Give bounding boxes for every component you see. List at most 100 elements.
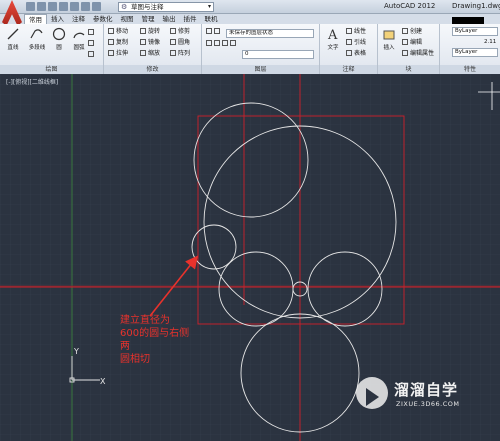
- arc-icon: [73, 32, 85, 39]
- layer-tools-icon[interactable]: [206, 39, 238, 48]
- region-icon[interactable]: [88, 50, 96, 59]
- line-icon: [7, 28, 19, 40]
- edit-block-button[interactable]: 编辑: [402, 38, 422, 47]
- block-panel-title[interactable]: 块: [378, 65, 439, 74]
- copy-button[interactable]: 复制: [108, 38, 128, 47]
- polyline-label: 多段线: [28, 45, 46, 51]
- table-label: 表格: [354, 50, 367, 57]
- tab-annotate[interactable]: 注释: [68, 14, 89, 24]
- table-button[interactable]: 表格: [346, 49, 366, 58]
- text-button[interactable]: A 文字: [324, 27, 342, 51]
- plot-icon[interactable]: [70, 2, 79, 11]
- layer-state-dropdown[interactable]: 未保存的图层状态: [226, 29, 314, 38]
- leader-button[interactable]: 引线: [346, 38, 366, 47]
- circle-icon: [52, 27, 66, 41]
- redo-icon[interactable]: [92, 2, 101, 11]
- tab-online[interactable]: 联机: [201, 14, 222, 24]
- polyline-icon: [30, 29, 43, 39]
- insert-label: 插入: [383, 45, 395, 51]
- layers-panel: 未保存的图层状态 0 图层: [202, 24, 320, 74]
- ribbon: 直线 多段线 圆 圆弧 绘图 移动 旋转 修剪 复制 镜像 圆角 拉伸 缩放 阵…: [0, 24, 500, 74]
- layer-color-dropdown[interactable]: ByLayer: [452, 27, 498, 36]
- hatch-icon[interactable]: [88, 39, 96, 48]
- annotation-panel: A 文字 线性 引线 表格 注释: [320, 24, 378, 74]
- rectangle-icon[interactable]: [88, 28, 96, 37]
- svg-text:Y: Y: [73, 347, 79, 356]
- lineweight-dropdown[interactable]: ByLayer: [452, 48, 498, 57]
- annotation-line-1: 建立直径为: [120, 315, 170, 326]
- block-panel: 插入 创建 编辑 编辑属性 块: [378, 24, 440, 74]
- new-icon[interactable]: [26, 2, 35, 11]
- draw-panel-title[interactable]: 绘图: [0, 65, 103, 74]
- tab-home[interactable]: 常用: [24, 14, 47, 24]
- edit-attributes-label: 编辑属性: [410, 50, 435, 57]
- modify-panel: 移动 旋转 修剪 复制 镜像 圆角 拉伸 缩放 阵列 修改: [104, 24, 202, 74]
- linetype-swatch: [452, 17, 484, 24]
- gear-icon: ⚙: [121, 3, 128, 11]
- layer-properties-icon[interactable]: [206, 27, 222, 36]
- open-icon[interactable]: [37, 2, 46, 11]
- stretch-label: 拉伸: [116, 50, 129, 57]
- leader-label: 引线: [354, 39, 367, 46]
- move-button[interactable]: 移动: [108, 27, 128, 36]
- rotate-button[interactable]: 旋转: [140, 27, 160, 36]
- arc-button[interactable]: 圆弧: [70, 27, 88, 51]
- tab-insert[interactable]: 插入: [47, 14, 68, 24]
- watermark: 溜溜自学 ZIXUE.3D66.COM: [356, 373, 474, 417]
- annotation-panel-title[interactable]: 注释: [320, 65, 377, 74]
- save-icon[interactable]: [48, 2, 57, 11]
- ribbon-tabs: 常用 插入 注释 参数化 视图 管理 输出 插件 联机: [24, 14, 222, 24]
- line-button[interactable]: 直线: [4, 27, 22, 51]
- lineweight-value: 2.11: [484, 39, 497, 45]
- text-icon: A: [327, 28, 338, 41]
- app-title: AutoCAD 2012: [384, 2, 436, 10]
- copy-label: 复制: [116, 39, 129, 46]
- scale-label: 缩放: [148, 50, 161, 57]
- circle-label: 圆: [56, 45, 62, 51]
- edit-attributes-button[interactable]: 编辑属性: [402, 49, 434, 58]
- svg-text:X: X: [100, 377, 106, 386]
- annotation-line-2: 600的圆与右侧两: [120, 328, 190, 352]
- watermark-logo: [356, 377, 388, 409]
- workspace-label: 草图与注释: [131, 3, 164, 11]
- create-label: 创建: [410, 28, 423, 35]
- move-label: 移动: [116, 28, 129, 35]
- watermark-url: ZIXUE.3D66.COM: [396, 400, 460, 408]
- line-label: 直线: [7, 45, 19, 51]
- insert-block-button[interactable]: 插入: [380, 27, 398, 51]
- chevron-down-icon: ▾: [207, 3, 211, 10]
- draw-panel: 直线 多段线 圆 圆弧 绘图: [0, 24, 104, 74]
- array-button[interactable]: 阵列: [170, 49, 190, 58]
- fillet-button[interactable]: 圆角: [170, 38, 190, 47]
- tab-output[interactable]: 输出: [159, 14, 180, 24]
- properties-panel: ByLayer ByLayer 2.11 特性: [440, 24, 500, 74]
- mirror-button[interactable]: 镜像: [140, 38, 160, 47]
- quick-access-toolbar: [26, 2, 101, 12]
- rotate-label: 旋转: [148, 28, 161, 35]
- current-layer-dropdown[interactable]: 0: [242, 50, 314, 59]
- linear-dimension-button[interactable]: 线性: [346, 27, 366, 36]
- properties-panel-title[interactable]: 特性: [440, 65, 500, 74]
- undo-icon[interactable]: [81, 2, 90, 11]
- trim-button[interactable]: 修剪: [170, 27, 190, 36]
- text-label: 文字: [327, 45, 339, 51]
- create-block-button[interactable]: 创建: [402, 27, 422, 36]
- tab-manage[interactable]: 管理: [138, 14, 159, 24]
- polyline-button[interactable]: 多段线: [26, 27, 48, 51]
- trim-label: 修剪: [178, 28, 191, 35]
- mirror-label: 镜像: [148, 39, 161, 46]
- viewport-label[interactable]: [-][俯视][二维线框]: [6, 77, 58, 86]
- circle-button[interactable]: 圆: [50, 27, 68, 51]
- save-as-icon[interactable]: [59, 2, 68, 11]
- workspace-select[interactable]: ⚙ 草图与注释 ▾: [118, 2, 214, 12]
- tab-parametric[interactable]: 参数化: [89, 14, 117, 24]
- modify-panel-title[interactable]: 修改: [104, 65, 201, 74]
- layers-panel-title[interactable]: 图层: [202, 65, 319, 74]
- tab-plugins[interactable]: 插件: [180, 14, 201, 24]
- annotation-line-3: 圆相切: [120, 354, 150, 365]
- tab-view[interactable]: 视图: [117, 14, 138, 24]
- stretch-button[interactable]: 拉伸: [108, 49, 128, 58]
- array-label: 阵列: [178, 50, 191, 57]
- linear-dimension-label: 线性: [354, 28, 367, 35]
- scale-button[interactable]: 缩放: [140, 49, 160, 58]
